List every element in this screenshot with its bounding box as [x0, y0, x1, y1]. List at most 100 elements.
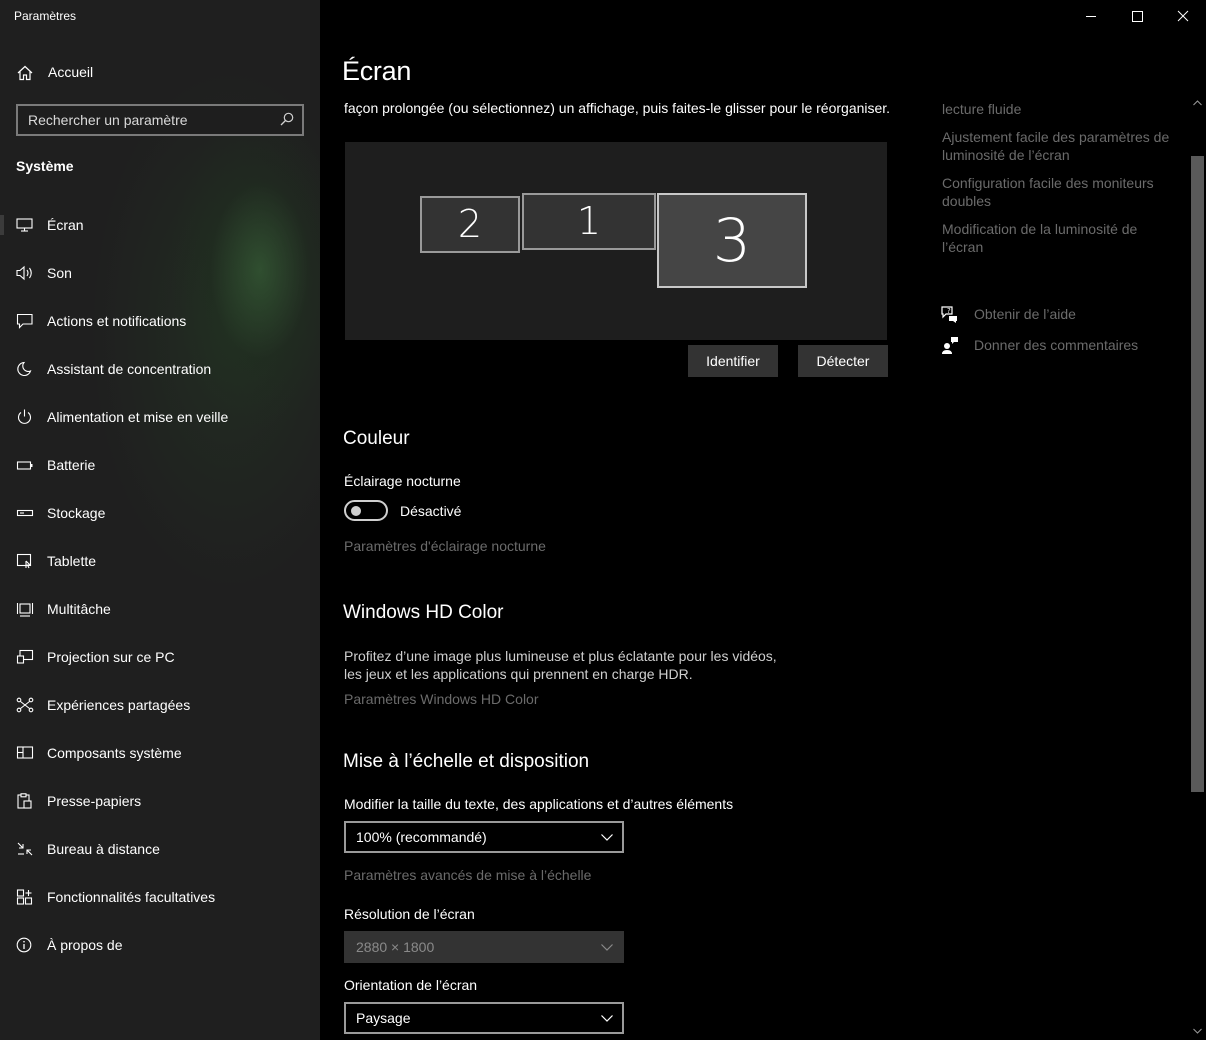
maximize-button[interactable]	[1114, 0, 1160, 32]
related-link-line: doubles	[942, 193, 992, 209]
minimize-icon	[1086, 16, 1096, 17]
storage-icon	[16, 509, 34, 517]
svg-text:?: ?	[947, 307, 951, 315]
help-chat-icon: ?	[941, 306, 957, 323]
sidebar-item-ecran[interactable]: Écran	[0, 205, 320, 245]
chevron-down-icon	[601, 944, 613, 951]
sidebar-item-label: Expériences partagées	[47, 697, 191, 713]
toggle-knob	[351, 506, 361, 516]
page-title: Écran	[342, 56, 412, 86]
section-label: Système	[16, 158, 74, 174]
search-box[interactable]	[16, 104, 304, 136]
components-icon	[16, 746, 34, 759]
related-link-line: l’écran	[942, 239, 984, 255]
battery-icon	[16, 461, 33, 470]
sidebar-item-label: Multitâche	[47, 601, 111, 617]
sidebar-item-label: Son	[47, 265, 72, 281]
window-title: Paramètres	[14, 9, 77, 23]
scroll-up-icon[interactable]	[1189, 96, 1206, 110]
related-link-line: Modification de la luminosité de	[942, 221, 1138, 237]
scale-value: 100% (recommandé)	[356, 829, 487, 845]
sidebar-item-label: Écran	[47, 217, 84, 233]
sidebar-item-label: Actions et notifications	[47, 313, 187, 329]
scroll-thumb[interactable]	[1191, 156, 1204, 792]
monitor-arrangement[interactable]: 2 1 3	[345, 142, 887, 340]
chevron-down-icon	[601, 834, 613, 841]
night-light-settings-link[interactable]: Paramètres d'éclairage nocturne	[344, 538, 546, 554]
related-link-dual-monitors[interactable]: Configuration facile des moniteurs doubl…	[942, 174, 1182, 210]
search-icon[interactable]	[280, 112, 294, 126]
detect-button[interactable]: Détecter	[798, 345, 888, 377]
search-input[interactable]	[28, 111, 278, 129]
get-help-label: Obtenir de l’aide	[974, 306, 1076, 322]
orientation-select[interactable]: Paysage	[344, 1002, 624, 1034]
resolution-value: 2880 × 1800	[356, 939, 435, 955]
sidebar-item-fonctionnalites[interactable]: Fonctionnalités facultatives	[0, 877, 320, 917]
moon-icon	[17, 361, 32, 377]
night-light-toggle[interactable]	[344, 500, 388, 521]
info-icon	[16, 937, 32, 953]
feedback-icon	[942, 337, 958, 354]
hdr-description: Profitez d’une image plus lumineuse et p…	[344, 647, 777, 683]
monitor-1[interactable]: 1	[522, 193, 656, 250]
size-label: Modifier la taille du texte, des applica…	[344, 796, 734, 812]
maximize-icon	[1132, 11, 1143, 22]
related-link-line: Configuration facile des moniteurs	[942, 175, 1154, 191]
sidebar-item-label: Bureau à distance	[47, 841, 160, 857]
sidebar-item-multitache[interactable]: Multitâche	[0, 589, 320, 629]
resolution-label: Résolution de l’écran	[344, 906, 475, 922]
hdr-settings-link[interactable]: Paramètres Windows HD Color	[344, 691, 539, 707]
sidebar-item-presse-papiers[interactable]: Presse-papiers	[0, 781, 320, 821]
sidebar-item-a-propos[interactable]: À propos de	[0, 925, 320, 965]
sidebar-item-batterie[interactable]: Batterie	[0, 445, 320, 485]
resolution-select: 2880 × 1800	[344, 931, 624, 963]
sidebar-item-alimentation[interactable]: Alimentation et mise en veille	[0, 397, 320, 437]
sidebar-item-actions-notifications[interactable]: Actions et notifications	[0, 301, 320, 341]
close-button[interactable]	[1160, 0, 1206, 32]
scale-heading: Mise à l’échelle et disposition	[343, 751, 590, 772]
sidebar-item-label: Stockage	[47, 505, 106, 521]
sidebar-item-composants-systeme[interactable]: Composants système	[0, 733, 320, 773]
monitor-2[interactable]: 2	[420, 196, 520, 253]
vertical-scrollbar[interactable]	[1189, 96, 1206, 1040]
sidebar-item-bureau-distance[interactable]: Bureau à distance	[0, 829, 320, 869]
orientation-value: Paysage	[356, 1010, 411, 1026]
projection-icon	[16, 649, 34, 664]
scale-select[interactable]: 100% (recommandé)	[344, 821, 624, 853]
advanced-scaling-link[interactable]: Paramètres avancés de mise à l’échelle	[344, 867, 591, 883]
sidebar-item-projection[interactable]: Projection sur ce PC	[0, 637, 320, 677]
sidebar-item-label: Assistant de concentration	[47, 361, 212, 377]
related-link-brightness[interactable]: Modification de la luminosité de l’écran	[942, 220, 1182, 256]
home-icon	[17, 65, 33, 81]
night-light-label: Éclairage nocturne	[344, 473, 461, 489]
orientation-label: Orientation de l’écran	[344, 977, 478, 993]
related-link-brightness-easy[interactable]: Ajustement facile des paramètres de lumi…	[942, 128, 1182, 164]
minimize-button[interactable]	[1068, 0, 1114, 32]
hdr-desc-line1: Profitez d’une image plus lumineuse et p…	[344, 648, 777, 664]
sidebar-item-label: Composants système	[47, 745, 182, 761]
monitor-icon	[16, 218, 33, 232]
sidebar-item-assistant-concentration[interactable]: Assistant de concentration	[0, 349, 320, 389]
home-label: Accueil	[48, 64, 94, 80]
sidebar-item-experiences-partagees[interactable]: Expériences partagées	[0, 685, 320, 725]
hdr-heading: Windows HD Color	[343, 602, 504, 623]
related-link-lecture-fluide[interactable]: lecture fluide	[942, 100, 1182, 118]
shared-icon	[16, 697, 34, 713]
related-link-line: luminosité de l’écran	[942, 147, 1070, 163]
tablet-icon	[16, 553, 32, 569]
sidebar-item-son[interactable]: Son	[0, 253, 320, 293]
remote-desktop-icon	[17, 842, 33, 856]
sidebar-item-label: Presse-papiers	[47, 793, 142, 809]
monitor-3[interactable]: 3	[657, 193, 807, 288]
identify-button[interactable]: Identifier	[688, 345, 778, 377]
color-heading: Couleur	[343, 428, 410, 449]
speaker-icon	[16, 265, 32, 281]
features-icon	[16, 889, 33, 905]
sidebar-item-stockage[interactable]: Stockage	[0, 493, 320, 533]
sidebar-item-label: Fonctionnalités facultatives	[47, 889, 216, 905]
intro-text: façon prolongée (ou sélectionnez) un aff…	[344, 100, 891, 116]
sidebar-item-label: Alimentation et mise en veille	[47, 409, 229, 425]
feedback-label: Donner des commentaires	[974, 337, 1139, 353]
sidebar-item-tablette[interactable]: Tablette	[0, 541, 320, 581]
scroll-down-icon[interactable]	[1189, 1024, 1206, 1038]
